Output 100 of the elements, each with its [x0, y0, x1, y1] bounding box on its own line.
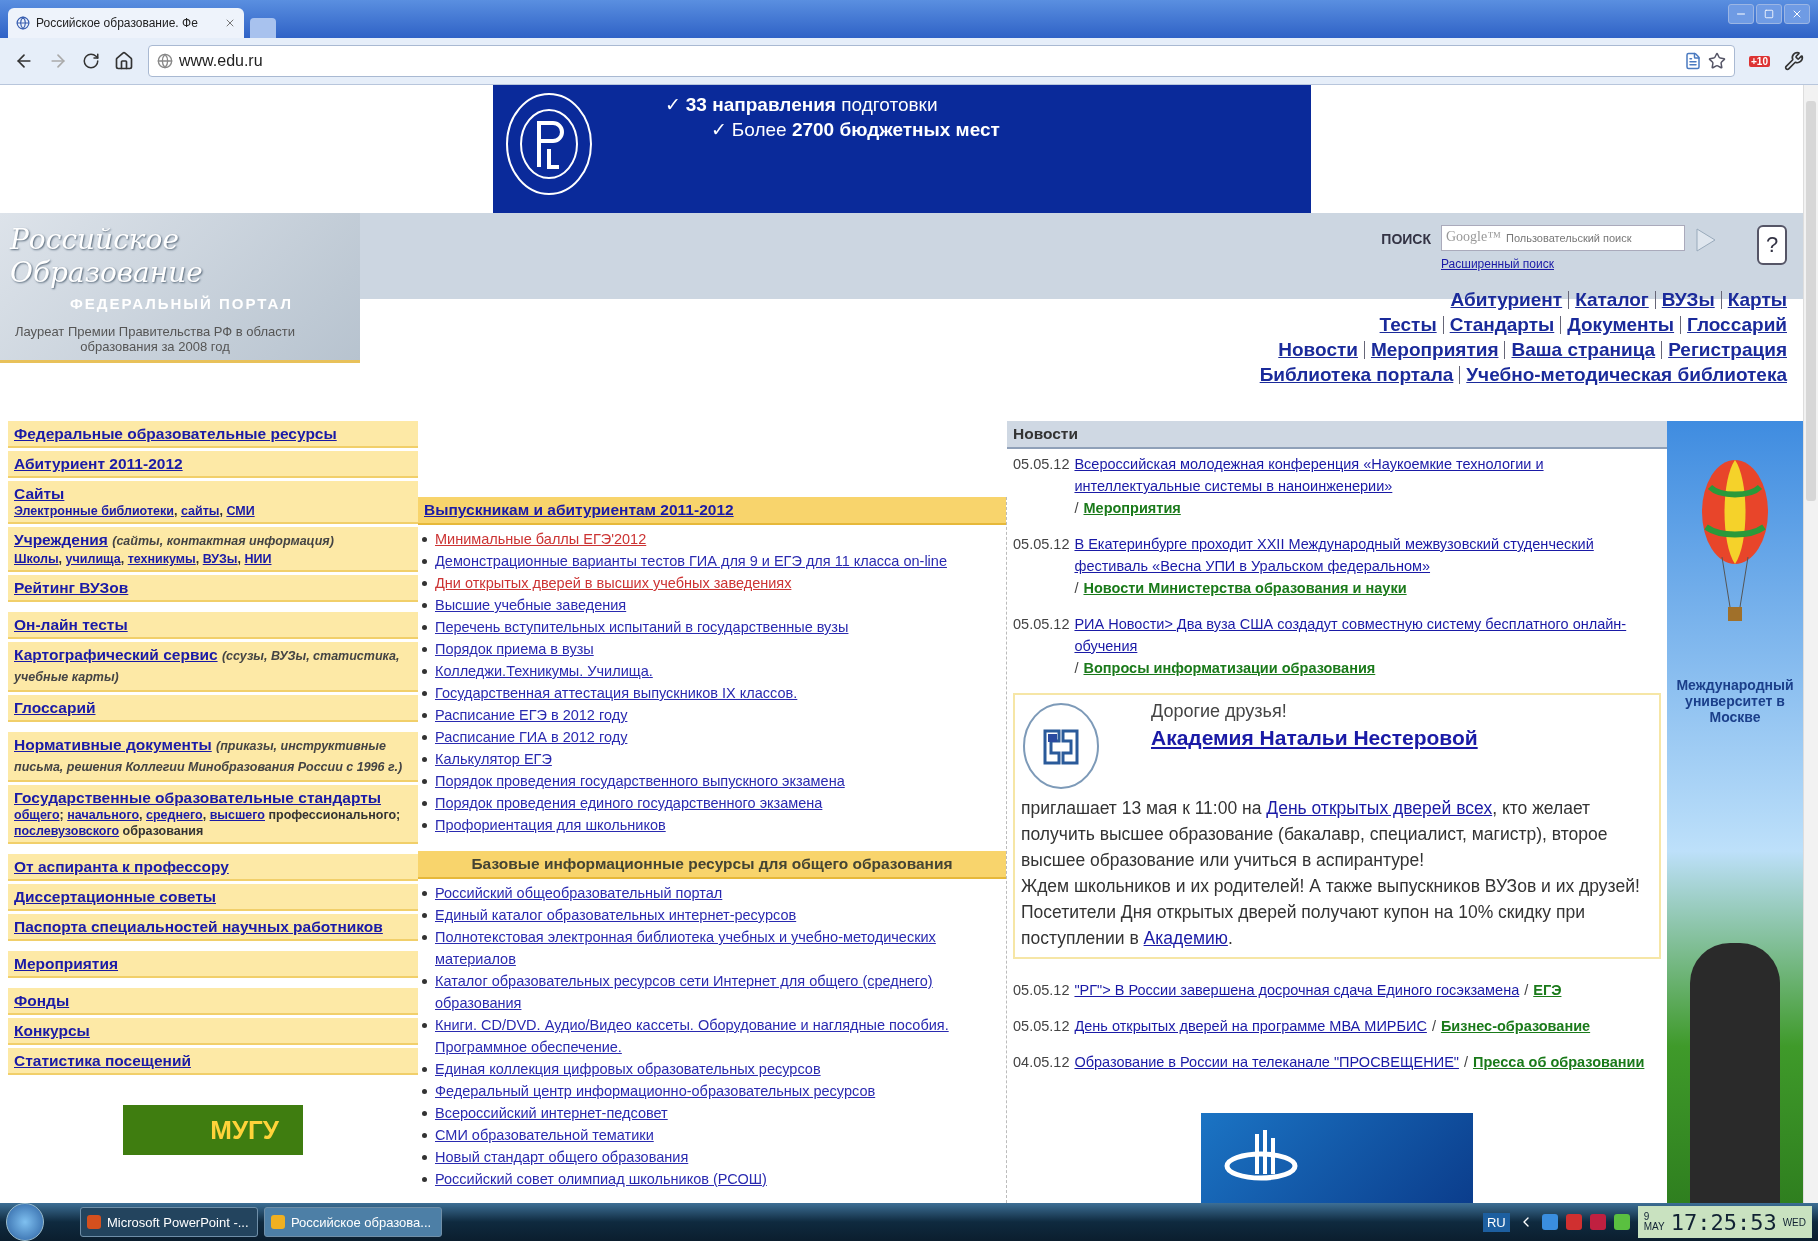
sidebar-link[interactable]: Федеральные образовательные ресурсы — [14, 425, 337, 442]
sidebar-link[interactable]: Сайты — [14, 485, 65, 502]
resource-link[interactable]: Высшие учебные заведения — [435, 594, 627, 616]
sidebar-link[interactable]: Глоссарий — [14, 699, 96, 716]
sub-link[interactable]: среднего — [146, 808, 203, 822]
taskbar-button[interactable]: Российское образова... — [264, 1207, 442, 1237]
sub-link[interactable]: Школы — [14, 552, 59, 566]
resource-link[interactable]: Минимальные баллы ЕГЭ'2012 — [435, 528, 647, 550]
sub-link[interactable]: техникумы — [127, 552, 196, 566]
resource-link[interactable]: Порядок приема в вузы — [435, 638, 594, 660]
sub-link[interactable]: общего — [14, 808, 60, 822]
academy-title-link[interactable]: Академия Натальи Нестеровой — [1151, 726, 1478, 750]
sidebar-link[interactable]: Диссертационные советы — [14, 888, 216, 905]
news-link[interactable]: "РГ"> В России завершена досрочная сдача Единого госэкзамена — [1074, 979, 1520, 1001]
tray-icon[interactable] — [1565, 1214, 1582, 1230]
news-link[interactable]: В Екатеринбурге проходит XXII Международный межвузовский студенческий фестиваль «Весна УПИ в Уральском федеральном» — [1074, 533, 1656, 577]
language-indicator[interactable]: RU — [1482, 1212, 1510, 1232]
browser-tab[interactable]: Российское образование. Фе — [8, 8, 244, 38]
category-link[interactable]: Новости Министерства образования и науки — [1083, 577, 1407, 599]
resource-link[interactable]: СМИ образовательной тематики — [435, 1124, 654, 1146]
resource-link[interactable]: Демонстрационные варианты тестов ГИА для 9 и ЕГЭ для 11 класса on-line — [435, 550, 947, 572]
tray-icon[interactable] — [1613, 1214, 1630, 1230]
resource-link[interactable]: Каталог образовательных ресурсов сети Интернет для общего (среднего) образования — [435, 970, 1006, 1014]
sidebar-link[interactable]: Нормативные документы — [14, 736, 212, 753]
sidebar-link[interactable]: Абитуриент 2011-2012 — [14, 455, 183, 472]
ad-banner[interactable] — [1201, 1113, 1473, 1203]
nav-link[interactable]: Новости — [1278, 339, 1358, 361]
portal-logo[interactable]: Российское Образование ФЕДЕРАЛЬНЫЙ ПОРТАЛ Лауреат Премии Правительства РФ в области образования за 2008 год — [0, 213, 360, 363]
category-link[interactable]: Бизнес-образование — [1440, 1015, 1591, 1037]
sidebar-link[interactable]: Рейтинг ВУЗов — [14, 579, 129, 596]
category-link[interactable]: Вопросы информатизации образования — [1083, 657, 1376, 679]
resource-link[interactable]: Единая коллекция цифровых образовательных ресурсов — [435, 1058, 821, 1080]
sidebar-link[interactable]: Государственные образовательные стандарты — [14, 789, 381, 806]
section-title-link[interactable]: Выпускникам и абитуриентам 2011-2012 — [424, 501, 734, 518]
category-link[interactable]: Мероприятия — [1083, 497, 1181, 519]
sidebar-link[interactable]: Мероприятия — [14, 955, 119, 972]
resource-link[interactable]: Российский совет олимпиад школьников (РСОШ) — [435, 1168, 767, 1190]
news-link[interactable]: Образование в России на телеканале "ПРОСВЕЩЕНИЕ" — [1074, 1051, 1459, 1073]
resource-link[interactable]: Федеральный центр информационно-образовательных ресурсов — [435, 1080, 876, 1102]
news-link[interactable]: РИА Новости> Два вуза США создадут совместную систему бесплатного онлайн-обучения — [1074, 613, 1656, 657]
extension-badge[interactable]: +10 — [1749, 55, 1770, 67]
nav-link[interactable]: Карты — [1727, 289, 1787, 311]
sidebar-link[interactable]: Паспорта специальностей научных работников — [14, 918, 383, 935]
resource-link[interactable]: Полнотекстовая электронная библиотека учебных и учебно-методических материалов — [435, 926, 1006, 970]
sidebar-link[interactable]: Картографический сервис — [14, 646, 218, 663]
nav-link[interactable]: ВУЗы — [1661, 289, 1715, 311]
resource-link[interactable]: Государственная аттестация выпускников IX классов. — [435, 682, 798, 704]
sub-link[interactable]: ВУЗы — [202, 552, 238, 566]
category-link[interactable]: ЕГЭ — [1533, 979, 1562, 1001]
resource-link[interactable]: Всероссийский интернет-педсовет — [435, 1102, 668, 1124]
ad-banner[interactable]: ✓ 33 направления подготовки ✓ Более 2700 бюджетных мест — [492, 85, 1311, 213]
promo-link[interactable]: Академию — [1143, 928, 1228, 948]
taskbar-button[interactable]: Microsoft PowerPoint -... — [80, 1207, 258, 1237]
nav-link[interactable]: Мероприятия — [1370, 339, 1499, 361]
sidebar-link[interactable]: Статистика посещений — [14, 1052, 191, 1069]
close-tab-icon[interactable] — [224, 17, 236, 29]
news-link[interactable]: Всероссийская молодежная конференция «Наукоемкие технологии и интеллектуальные системы в наноинженерии» — [1074, 453, 1656, 497]
resource-link[interactable]: Единый каталог образовательных интернет-ресурсов — [435, 904, 797, 926]
resource-link[interactable]: Книги. CD/DVD. Аудио/Видео кассеты. Оборудование и наглядные пособия. Программное обеспечение. — [435, 1014, 1006, 1058]
promo-link[interactable]: День открытых дверей всех — [1266, 798, 1493, 818]
resource-link[interactable]: Колледжи.Техникумы. Училища. — [435, 660, 653, 682]
close-button[interactable] — [1784, 4, 1810, 24]
resource-link[interactable]: Калькулятор ЕГЭ — [435, 748, 552, 770]
sub-link[interactable]: послевузовского — [14, 824, 120, 838]
resource-link[interactable]: Перечень вступительных испытаний в государственные вузы — [435, 616, 849, 638]
resource-link[interactable]: Расписание ГИА в 2012 году — [435, 726, 628, 748]
category-link[interactable]: Пресса об образовании — [1473, 1051, 1645, 1073]
resource-link[interactable]: Дни открытых дверей в высших учебных заведениях — [435, 572, 792, 594]
advanced-search-link[interactable]: Расширенный поиск — [1441, 257, 1685, 271]
sidebar-link[interactable]: Фонды — [14, 992, 70, 1009]
news-link[interactable]: День открытых дверей на программе МВА МИРБИС — [1074, 1015, 1427, 1037]
nav-link[interactable]: Ваша страница — [1511, 339, 1656, 361]
nav-link[interactable]: Абитуриент — [1450, 289, 1563, 311]
sub-link[interactable]: Электронные библиотеки — [14, 504, 174, 518]
home-icon[interactable] — [114, 51, 134, 71]
reload-icon[interactable] — [82, 52, 100, 70]
scrollbar[interactable] — [1803, 85, 1818, 1203]
nav-link[interactable]: Учебно-методическая библиотека — [1466, 364, 1787, 386]
wrench-icon[interactable] — [1784, 51, 1804, 71]
sub-link[interactable]: СМИ — [226, 504, 255, 518]
nav-link[interactable]: Тесты — [1379, 314, 1437, 336]
university-logo[interactable]: МУГУ — [123, 1105, 303, 1155]
page-icon[interactable] — [1684, 52, 1703, 70]
university-ad[interactable]: Международный университет в Москве — [1667, 421, 1803, 1203]
resource-link[interactable]: Российский общеобразовательный портал — [435, 882, 723, 904]
sidebar-link[interactable]: Учреждения — [14, 531, 108, 548]
nav-link[interactable]: Библиотека портала — [1259, 364, 1454, 386]
resource-link[interactable]: Расписание ЕГЭ в 2012 году — [435, 704, 628, 726]
resource-link[interactable]: Новый стандарт общего образования — [435, 1146, 689, 1168]
star-icon[interactable] — [1708, 52, 1727, 70]
nav-link[interactable]: Глоссарий — [1687, 314, 1787, 336]
sidebar-link[interactable]: От аспиранта к профессору — [14, 858, 229, 875]
help-button[interactable]: ? — [1757, 225, 1787, 265]
nav-link[interactable]: Стандарты — [1449, 314, 1555, 336]
sub-link[interactable]: НИИ — [244, 552, 272, 566]
start-button[interactable] — [6, 1203, 44, 1241]
sub-link[interactable]: высшего — [209, 808, 265, 822]
address-bar[interactable]: www.edu.ru — [148, 45, 1736, 77]
sub-link[interactable]: училища — [65, 552, 121, 566]
nav-link[interactable]: Регистрация — [1668, 339, 1787, 361]
